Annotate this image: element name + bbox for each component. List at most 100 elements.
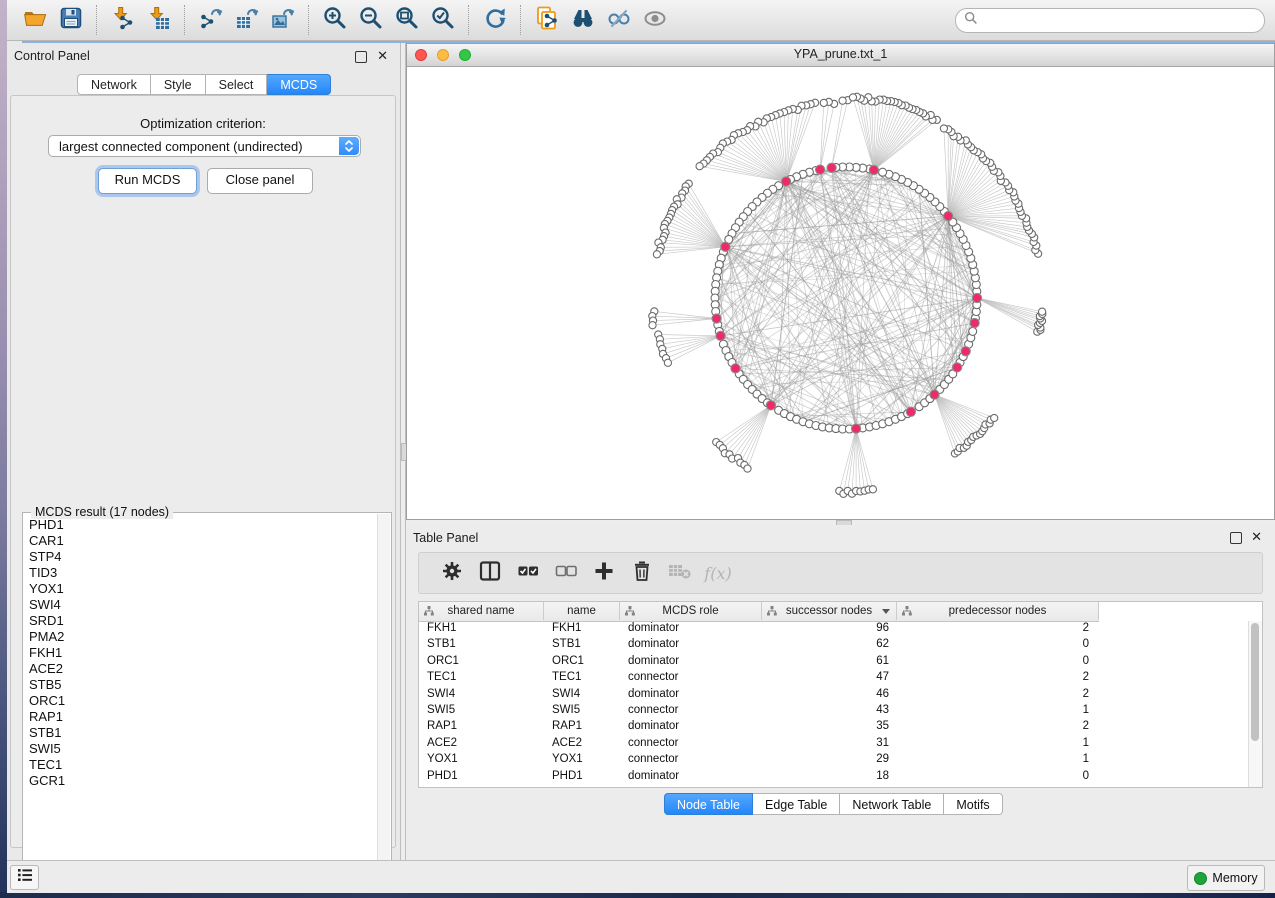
hide-selected-button[interactable] <box>601 4 637 36</box>
list-item[interactable]: SWI5 <box>24 741 376 757</box>
export-network-button[interactable] <box>193 4 229 36</box>
table-row[interactable]: ORC1ORC1dominator610 <box>419 654 1250 670</box>
criterion-dropdown[interactable]: largest connected component (undirected) <box>48 135 361 157</box>
table-row[interactable]: STB1STB1dominator620 <box>419 637 1250 653</box>
result-scrollbar[interactable] <box>377 514 390 882</box>
graph-hub-node[interactable] <box>716 331 725 340</box>
settings-gear-button[interactable] <box>433 558 471 588</box>
graph-node[interactable] <box>649 322 656 329</box>
new-network-from-selection-button[interactable] <box>529 4 565 36</box>
column-chooser-button[interactable] <box>471 558 509 588</box>
list-item[interactable]: ACE2 <box>24 661 376 677</box>
tab-select[interactable]: Select <box>206 74 268 95</box>
graph-node[interactable] <box>869 486 876 493</box>
graph-hub-node[interactable] <box>906 407 915 416</box>
search-box[interactable] <box>955 8 1265 33</box>
tab-network-table[interactable]: Network Table <box>840 793 944 815</box>
table-row[interactable]: SWI4SWI4dominator462 <box>419 687 1250 703</box>
column-header-MCDS-role[interactable]: MCDS role <box>620 602 762 620</box>
float-window-icon[interactable] <box>355 51 367 63</box>
zoom-fit-button[interactable] <box>389 4 425 36</box>
export-image-button[interactable] <box>265 4 301 36</box>
graph-node[interactable] <box>664 359 671 366</box>
graph-hub-node[interactable] <box>827 163 836 172</box>
delete-column-button[interactable] <box>623 558 661 588</box>
list-item[interactable]: RAP1 <box>24 709 376 725</box>
table-row[interactable]: RAP1RAP1dominator352 <box>419 719 1250 735</box>
memory-button[interactable]: Memory <box>1187 865 1265 891</box>
zoom-in-button[interactable] <box>317 4 353 36</box>
tab-edge-table[interactable]: Edge Table <box>753 793 840 815</box>
table-row[interactable]: FKH1FKH1dominator962 <box>419 621 1250 637</box>
close-panel-button[interactable]: Close panel <box>207 168 313 194</box>
list-item[interactable]: FKH1 <box>24 645 376 661</box>
list-item[interactable]: STB5 <box>24 677 376 693</box>
tab-mcds[interactable]: MCDS <box>267 74 331 95</box>
graph-hub-node[interactable] <box>782 177 791 186</box>
graph-hub-node[interactable] <box>953 363 962 372</box>
table-row[interactable]: TEC1TEC1connector472 <box>419 670 1250 686</box>
float-window-icon[interactable] <box>1230 532 1242 544</box>
list-item[interactable]: CAR1 <box>24 533 376 549</box>
graph-node[interactable] <box>940 125 947 132</box>
graph-hub-node[interactable] <box>816 165 825 174</box>
graph-node[interactable] <box>653 251 660 258</box>
table-row[interactable]: YOX1YOX1connector291 <box>419 752 1250 768</box>
network-window-titlebar[interactable]: YPA_prune.txt_1 <box>407 44 1274 67</box>
graph-hub-node[interactable] <box>970 318 979 327</box>
tab-network[interactable]: Network <box>77 74 151 95</box>
show-all-button[interactable] <box>637 4 673 36</box>
deselect-all-button[interactable] <box>547 558 585 588</box>
list-item[interactable]: ORC1 <box>24 693 376 709</box>
search-input[interactable] <box>978 12 1256 28</box>
zoom-out-button[interactable] <box>353 4 389 36</box>
add-column-button[interactable] <box>585 558 623 588</box>
graph-node[interactable] <box>744 465 751 472</box>
list-item[interactable]: YOX1 <box>24 581 376 597</box>
graph-hub-node[interactable] <box>712 314 721 323</box>
show-panels-button[interactable] <box>10 865 39 890</box>
graph-hub-node[interactable] <box>731 364 740 373</box>
list-item[interactable]: GCR1 <box>24 773 376 789</box>
graph-hub-node[interactable] <box>721 242 730 251</box>
network-graph-canvas[interactable] <box>407 66 1274 519</box>
close-icon[interactable]: ✕ <box>377 51 388 61</box>
graph-hub-node[interactable] <box>961 347 970 356</box>
tab-motifs[interactable]: Motifs <box>944 793 1002 815</box>
table-scrollbar[interactable] <box>1248 621 1262 787</box>
save-button[interactable] <box>53 4 89 36</box>
select-all-button[interactable] <box>509 558 547 588</box>
graph-hub-node[interactable] <box>852 424 861 433</box>
graph-node[interactable] <box>1039 308 1046 315</box>
graph-hub-node[interactable] <box>766 401 775 410</box>
export-table-button[interactable] <box>229 4 265 36</box>
list-item[interactable]: SWI4 <box>24 597 376 613</box>
column-header-name[interactable]: name <box>544 602 620 620</box>
table-row[interactable]: SWI5SWI5connector431 <box>419 703 1250 719</box>
column-header-successor-nodes[interactable]: successor nodes <box>762 602 897 620</box>
open-folder-button[interactable] <box>17 4 53 36</box>
list-item[interactable]: STB1 <box>24 725 376 741</box>
graph-node[interactable] <box>696 163 703 170</box>
first-neighbors-button[interactable] <box>565 4 601 36</box>
graph-hub-node[interactable] <box>944 212 953 221</box>
import-network-button[interactable] <box>105 4 141 36</box>
graph-hub-node[interactable] <box>972 293 981 302</box>
column-header-shared-name[interactable]: shared name <box>419 602 544 620</box>
graph-node[interactable] <box>820 99 827 106</box>
list-item[interactable]: TEC1 <box>24 757 376 773</box>
run-mcds-button[interactable]: Run MCDS <box>98 168 197 194</box>
column-header-predecessor-nodes[interactable]: predecessor nodes <box>897 602 1099 620</box>
close-icon[interactable]: ✕ <box>1251 532 1262 542</box>
import-table-button[interactable] <box>141 4 177 36</box>
tab-node-table[interactable]: Node Table <box>664 793 753 815</box>
graph-node[interactable] <box>849 94 856 101</box>
refresh-button[interactable] <box>477 4 513 36</box>
zoom-selected-button[interactable] <box>425 4 461 36</box>
graph-node[interactable] <box>969 327 977 335</box>
list-item[interactable]: STP4 <box>24 549 376 565</box>
scrollbar-thumb[interactable] <box>1251 623 1259 741</box>
list-item[interactable]: PMA2 <box>24 629 376 645</box>
graph-hub-node[interactable] <box>930 390 939 399</box>
tab-style[interactable]: Style <box>151 74 206 95</box>
